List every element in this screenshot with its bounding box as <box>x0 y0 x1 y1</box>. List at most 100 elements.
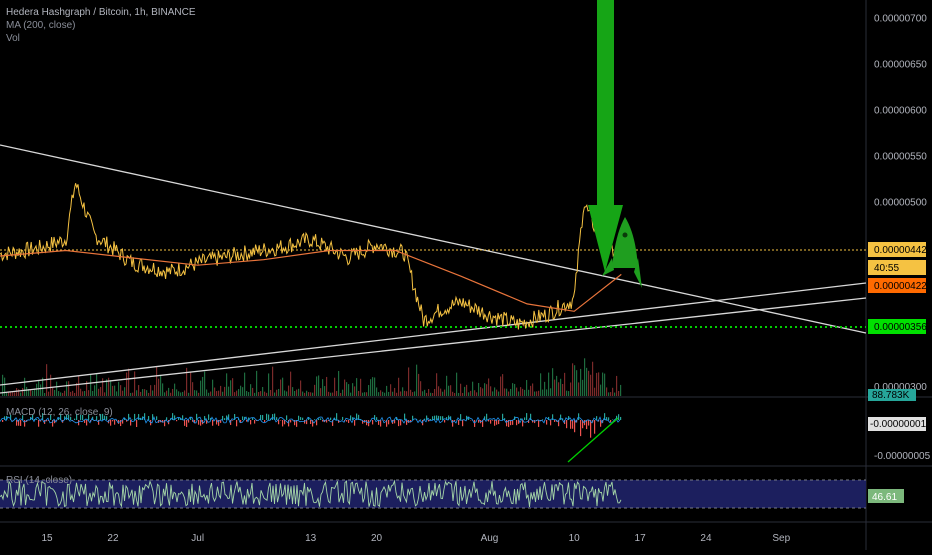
volume-bar <box>140 392 141 396</box>
volume-bar <box>196 390 197 396</box>
macd-bar <box>136 420 137 427</box>
volume-bar <box>606 387 607 396</box>
volume-bar <box>556 376 557 396</box>
macd-bar <box>200 420 201 426</box>
volume-bar <box>272 367 273 396</box>
rsi-legend[interactable]: RSI (14, close) <box>6 474 72 487</box>
volume-bar <box>542 390 543 396</box>
volume-bar <box>514 384 515 396</box>
macd-trendline <box>568 418 618 462</box>
volume-bar <box>142 389 143 396</box>
macd-bar <box>130 420 131 426</box>
macd-bar <box>478 420 479 423</box>
macd-bar <box>394 420 395 423</box>
volume-bar <box>48 392 49 396</box>
volume-bar <box>212 380 213 396</box>
macd-bar <box>310 420 311 424</box>
volume-bar <box>80 389 81 396</box>
volume-bar <box>474 390 475 396</box>
volume-bar <box>388 392 389 396</box>
volume-bar <box>230 380 231 396</box>
macd-bar <box>502 414 503 420</box>
volume-badge-label: 88.783K <box>872 390 910 401</box>
volume-bar <box>404 391 405 396</box>
macd-bar <box>442 416 443 420</box>
volume-bar <box>112 386 113 396</box>
macd-bar <box>430 419 431 420</box>
macd-bar <box>354 420 355 426</box>
macd-bar <box>618 414 619 420</box>
macd-bar <box>384 420 385 421</box>
volume-bar <box>316 376 317 396</box>
macd-bar <box>24 420 25 427</box>
ma-legend[interactable]: MA (200, close) <box>6 19 196 32</box>
volume-bar <box>260 391 261 396</box>
vol-legend[interactable]: Vol <box>6 32 196 45</box>
price-tick-label: 0.00000700 <box>874 13 927 24</box>
time-tick-label: 20 <box>371 533 383 544</box>
volume-bar <box>400 391 401 396</box>
macd-bar <box>348 420 349 423</box>
price-line <box>0 183 620 329</box>
macd-bar <box>252 418 253 420</box>
volume-bar <box>156 366 157 396</box>
volume-bar <box>492 391 493 396</box>
volume-bar <box>536 391 537 396</box>
volume-bar <box>384 393 385 396</box>
descending-trendline <box>0 145 866 333</box>
volume-bar <box>202 377 203 396</box>
macd-bar <box>486 414 487 420</box>
volume-bar <box>88 390 89 396</box>
volume-bar <box>460 384 461 396</box>
volume-bar <box>60 392 61 396</box>
volume-bar <box>414 391 415 396</box>
volume-bar <box>480 387 481 396</box>
volume-bar <box>74 393 75 396</box>
price-badge-label: 0.00000422 <box>874 281 927 292</box>
macd-bar <box>570 420 571 429</box>
volume-bar <box>544 382 545 396</box>
volume-bar <box>466 385 467 396</box>
macd-bar <box>138 414 139 420</box>
volume-bar <box>450 385 451 396</box>
volume-bar <box>24 378 25 396</box>
volume-bar <box>382 392 383 396</box>
volume-bar <box>138 385 139 396</box>
volume-bar <box>256 371 257 396</box>
volume-bar <box>228 387 229 396</box>
symbol-title[interactable]: Hedera Hashgraph / Bitcoin, 1h, BINANCE <box>6 6 196 19</box>
volume-bar <box>286 391 287 396</box>
volume-bar <box>254 393 255 396</box>
volume-bar <box>558 382 559 396</box>
volume-bar <box>236 391 237 396</box>
macd-bar <box>176 420 177 421</box>
macd-bar <box>376 417 377 420</box>
volume-bar <box>328 392 329 396</box>
macd-bar <box>242 416 243 420</box>
volume-bar <box>420 381 421 396</box>
volume-bar <box>578 382 579 396</box>
volume-bar <box>82 391 83 396</box>
volume-bar <box>324 386 325 396</box>
volume-bar <box>252 388 253 396</box>
volume-bar <box>84 391 85 396</box>
volume-bar <box>68 381 69 396</box>
volume-bar <box>180 392 181 396</box>
macd-bar <box>398 420 399 426</box>
volume-bar <box>370 379 371 396</box>
macd-bar <box>110 420 111 426</box>
rocket-window <box>623 233 628 238</box>
volume-bar <box>568 391 569 396</box>
volume-bar <box>56 382 57 396</box>
price-chart[interactable]: 0.000007000.000006500.000006000.00000550… <box>0 0 932 550</box>
volume-bar <box>104 392 105 396</box>
macd-legend[interactable]: MACD (12, 26, close, 9) <box>6 406 113 419</box>
volume-bar <box>50 375 51 396</box>
chart-area[interactable]: 0.000007000.000006500.000006000.00000550… <box>0 0 932 550</box>
macd-bar <box>212 420 213 426</box>
volume-bar <box>398 378 399 396</box>
volume-bar <box>508 392 509 396</box>
volume-bar <box>274 392 275 396</box>
volume-bar <box>510 389 511 396</box>
volume-bar <box>482 388 483 396</box>
